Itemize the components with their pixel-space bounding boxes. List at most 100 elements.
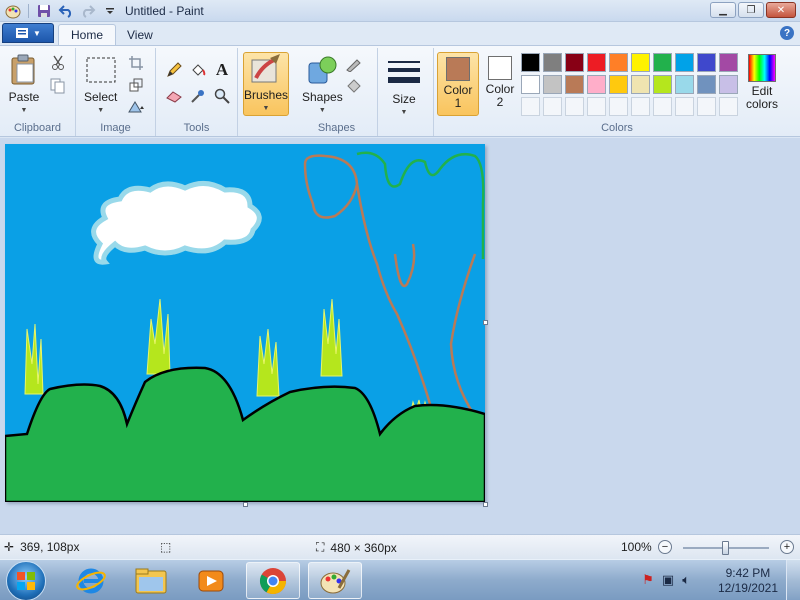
palette-swatch[interactable] <box>565 75 584 94</box>
palette-swatch[interactable] <box>587 53 606 72</box>
rotate-icon[interactable] <box>126 97 146 117</box>
shapes-group: Shapes ▼ Shapes <box>296 48 378 136</box>
text-tool-icon[interactable]: A <box>212 60 232 80</box>
window-title: Untitled - Paint <box>125 4 204 18</box>
title-bar: Untitled - Paint ▁ ❐ ✕ <box>0 0 800 22</box>
canvas-resize-handle-right[interactable] <box>483 320 488 325</box>
undo-icon[interactable] <box>57 2 75 20</box>
palette-swatch[interactable] <box>631 53 650 72</box>
canvas-resize-handle-corner[interactable] <box>483 502 488 507</box>
paint-app-icon[interactable] <box>4 2 22 20</box>
tab-view[interactable]: View <box>115 24 165 45</box>
action-center-icon[interactable]: ⚑ <box>642 572 654 588</box>
taskbar-chrome[interactable] <box>246 562 300 599</box>
color2-button[interactable]: Color 2 <box>479 52 521 116</box>
palette-swatch[interactable] <box>565 53 584 72</box>
brushes-button[interactable]: Brushes ▼ <box>243 52 289 116</box>
palette-swatch[interactable] <box>609 53 628 72</box>
crop-icon[interactable] <box>126 53 146 73</box>
palette-swatch[interactable] <box>653 53 672 72</box>
palette-swatch[interactable] <box>719 53 738 72</box>
customize-qat-icon[interactable] <box>101 2 119 20</box>
palette-swatch[interactable] <box>543 53 562 72</box>
pencil-icon[interactable] <box>164 60 184 80</box>
show-desktop-button[interactable] <box>786 560 800 600</box>
paste-button[interactable]: Paste ▼ <box>8 54 40 117</box>
system-clock[interactable]: 9:42 PM 12/19/2021 <box>718 566 778 596</box>
crosshair-icon: ✛ <box>4 540 15 554</box>
zoom-out-button[interactable]: − <box>658 540 672 554</box>
palette-swatch[interactable] <box>675 53 694 72</box>
palette-swatch[interactable] <box>653 97 672 116</box>
taskbar-file-explorer[interactable] <box>124 562 178 599</box>
palette-swatch[interactable] <box>609 75 628 94</box>
restore-icon: ❐ <box>746 4 756 16</box>
palette-swatch[interactable] <box>521 53 540 72</box>
color-palette <box>521 53 738 116</box>
file-explorer-icon <box>135 568 167 593</box>
image-size-item: ⛶ 480 × 360px <box>316 540 397 555</box>
quick-access-toolbar <box>4 2 119 20</box>
size-button[interactable]: Size ▼ <box>388 56 420 119</box>
help-icon[interactable]: ? <box>780 26 794 40</box>
redo-icon[interactable] <box>79 2 97 20</box>
palette-swatch[interactable] <box>675 75 694 94</box>
maximize-button[interactable]: ❐ <box>738 2 764 18</box>
shapes-button[interactable]: Shapes ▼ <box>302 54 343 117</box>
resize-icon[interactable] <box>126 75 146 95</box>
system-tray: ⚑ ▣ 🔈︎ <box>642 572 690 588</box>
select-button[interactable]: Select ▼ <box>84 54 117 117</box>
palette-swatch[interactable] <box>521 75 540 94</box>
size-label: Size <box>392 92 416 106</box>
zoom-slider[interactable] <box>683 541 769 555</box>
color-picker-icon[interactable] <box>188 86 208 106</box>
paint-icon <box>320 568 351 593</box>
close-button[interactable]: ✕ <box>766 2 796 18</box>
tab-home[interactable]: Home <box>58 24 117 45</box>
palette-swatch[interactable] <box>675 97 694 116</box>
palette-swatch[interactable] <box>719 97 738 116</box>
eraser-icon[interactable] <box>164 86 184 106</box>
edit-colors-button[interactable]: Edit colors <box>740 52 784 116</box>
file-menu-button[interactable]: ▼ <box>2 23 54 43</box>
chevron-down-icon: ▼ <box>33 28 41 38</box>
canvas-resize-handle-bottom[interactable] <box>243 502 248 507</box>
palette-swatch[interactable] <box>697 97 716 116</box>
drawing-canvas[interactable] <box>5 144 485 502</box>
canvas-drawing <box>5 151 485 502</box>
save-icon[interactable] <box>35 2 53 20</box>
start-button[interactable] <box>6 561 46 600</box>
zoom-slider-thumb[interactable] <box>722 541 729 555</box>
volume-icon[interactable]: 🔈︎ <box>682 572 690 588</box>
fill-shape-icon[interactable] <box>344 76 364 96</box>
color1-label-line2: 1 <box>454 96 462 110</box>
zoom-in-button[interactable]: + <box>780 540 794 554</box>
fill-icon[interactable] <box>188 60 208 80</box>
palette-swatch[interactable] <box>565 97 584 116</box>
network-icon[interactable]: ▣ <box>662 572 674 588</box>
magnifier-icon[interactable] <box>212 86 232 106</box>
minimize-button[interactable]: ▁ <box>710 2 736 18</box>
palette-swatch[interactable] <box>653 75 672 94</box>
copy-icon[interactable] <box>48 76 68 96</box>
palette-swatch[interactable] <box>631 97 650 116</box>
brushes-label: Brushes <box>243 88 289 102</box>
palette-swatch[interactable] <box>587 75 606 94</box>
palette-swatch[interactable] <box>543 97 562 116</box>
palette-swatch[interactable] <box>609 97 628 116</box>
shapes-group-label: Shapes <box>317 122 356 134</box>
color1-button[interactable]: Color 1 <box>437 52 479 116</box>
palette-swatch[interactable] <box>697 75 716 94</box>
taskbar-media-player[interactable] <box>184 562 238 599</box>
palette-swatch[interactable] <box>521 97 540 116</box>
taskbar-paint[interactable] <box>308 562 362 599</box>
cut-icon[interactable] <box>48 53 68 73</box>
palette-swatch[interactable] <box>697 53 716 72</box>
taskbar-internet-explorer[interactable] <box>64 562 118 599</box>
palette-swatch[interactable] <box>587 97 606 116</box>
palette-swatch[interactable] <box>543 75 562 94</box>
palette-swatch[interactable] <box>631 75 650 94</box>
selection-icon: ⬚ <box>160 540 172 554</box>
palette-swatch[interactable] <box>719 75 738 94</box>
outline-icon[interactable] <box>344 54 364 74</box>
